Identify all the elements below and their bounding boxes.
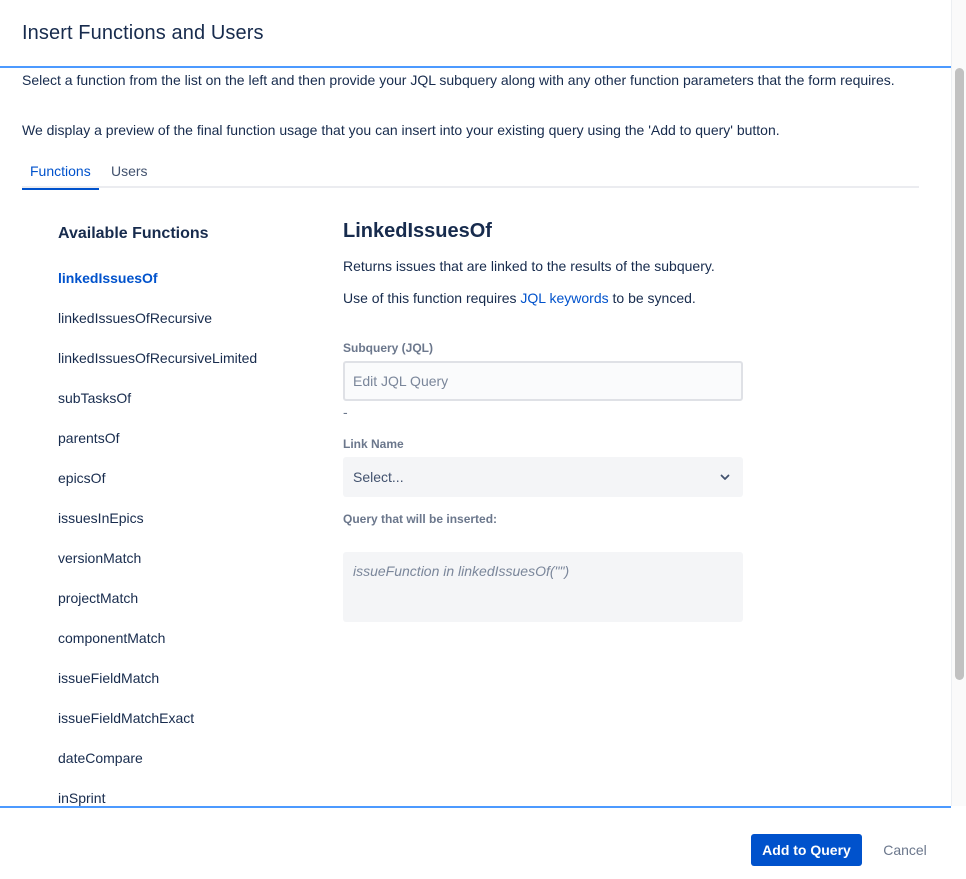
query-preview-label: Query that will be inserted: [343,512,498,526]
tab-bar: Functions Users [22,158,919,190]
jql-subquery-input[interactable] [343,361,743,401]
note-prefix: Use of this function requires [343,290,521,306]
dialog-header: Insert Functions and Users [0,0,951,68]
function-item-projectMatch[interactable]: projectMatch [58,588,257,628]
insert-functions-dialog: Insert Functions and Users Select a func… [0,0,966,879]
function-item-linkedIssuesOfRecursive[interactable]: linkedIssuesOfRecursive [58,308,257,348]
dialog-body: Select a function from the list on the l… [0,68,951,806]
jql-keywords-link[interactable]: JQL keywords [520,290,608,306]
function-item-linkedIssuesOf[interactable]: linkedIssuesOf [58,268,257,308]
dialog-footer: Add to Query Cancel [0,806,951,879]
function-item-linkedIssuesOfRecursiveLimited[interactable]: linkedIssuesOfRecursiveLimited [58,348,257,388]
function-item-issueFieldMatch[interactable]: issueFieldMatch [58,668,257,708]
function-item-parentsOf[interactable]: parentsOf [58,428,257,468]
subquery-hint: - [343,404,348,420]
function-item-issuesInEpics[interactable]: issuesInEpics [58,508,257,548]
link-name-select[interactable]: Select... [343,457,743,497]
function-item-inSprint[interactable]: inSprint [58,788,257,806]
function-item-epicsOf[interactable]: epicsOf [58,468,257,508]
function-item-versionMatch[interactable]: versionMatch [58,548,257,588]
query-preview: issueFunction in linkedIssuesOf("") [343,552,743,622]
intro-text: Select a function from the list on the l… [22,72,895,88]
function-list: linkedIssuesOf linkedIssuesOfRecursive lin… [58,268,257,806]
tab-functions[interactable]: Functions [22,163,99,190]
dialog-scrollbar[interactable] [951,0,966,806]
link-name-value: Select... [353,469,404,485]
subquery-label: Subquery (JQL) [343,341,434,355]
available-functions-heading: Available Functions [58,225,209,242]
dialog-title: Insert Functions and Users [22,22,264,44]
function-description: Returns issues that are linked to the re… [343,258,715,274]
function-item-dateCompare[interactable]: dateCompare [58,748,257,788]
function-note: Use of this function requires JQL keywor… [343,290,696,306]
add-to-query-button[interactable]: Add to Query [751,834,862,866]
function-item-componentMatch[interactable]: componentMatch [58,628,257,668]
cancel-button[interactable]: Cancel [870,834,940,866]
function-detail-panel: LinkedIssuesOf Returns issues that are l… [343,220,743,622]
function-item-subTasksOf[interactable]: subTasksOf [58,388,257,428]
function-title: LinkedIssuesOf [343,220,492,242]
function-item-issueFieldMatchExact[interactable]: issueFieldMatchExact [58,708,257,748]
note-suffix: to be synced. [608,290,696,306]
scrollbar-thumb[interactable] [955,68,964,680]
link-name-label: Link Name [343,437,404,451]
chevron-down-icon [720,474,730,480]
tab-users[interactable]: Users [103,163,156,188]
intro-preview-text: We display a preview of the final functi… [22,122,780,138]
